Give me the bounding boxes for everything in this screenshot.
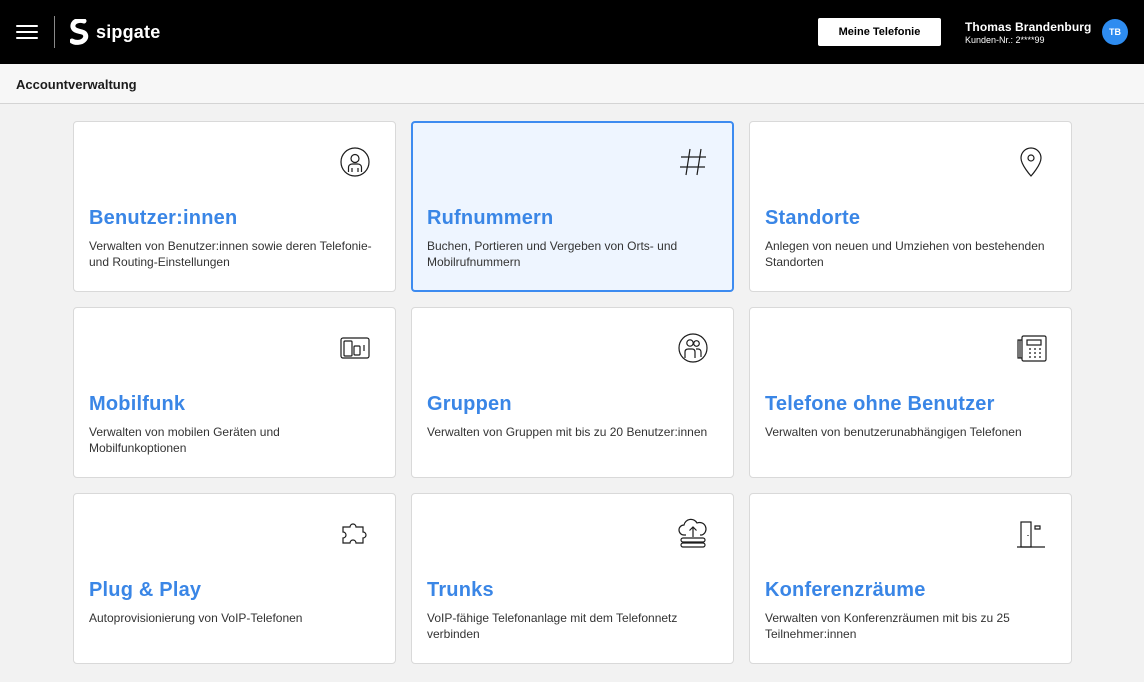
card-description: Autoprovisionierung von VoIP-Telefonen <box>89 611 303 625</box>
card-title: Gruppen <box>427 393 512 415</box>
card-title: Standorte <box>765 207 861 229</box>
user-info[interactable]: Thomas Brandenburg Kunden-Nr.: 2****99 <box>965 20 1091 46</box>
brand-name: sipgate <box>96 21 161 42</box>
card-conference-rooms[interactable]: Konferenzräume Verwalten von Konferenzrä… <box>749 493 1072 664</box>
avatar[interactable]: TB <box>1102 19 1128 45</box>
my-telephony-button[interactable]: Meine Telefonie <box>818 18 941 46</box>
card-users[interactable]: Benutzer:innen Verwalten von Benutzer:in… <box>73 121 396 292</box>
card-trunks[interactable]: Trunks VoIP-fähige Telefonanlage mit dem… <box>411 493 734 664</box>
sipgate-logo[interactable]: sipgate <box>70 19 160 45</box>
card-title: Konferenzräume <box>765 579 926 601</box>
group-icon <box>678 333 708 363</box>
user-name: Thomas Brandenburg <box>965 20 1092 34</box>
card-phone-numbers[interactable]: Rufnummern Buchen, Portieren und Vergebe… <box>411 121 734 292</box>
card-title: Benutzer:innen <box>89 207 238 229</box>
card-title: Telefone ohne Benutzer <box>765 393 995 415</box>
card-description: Verwalten von benutzerunabhängigen Telef… <box>765 425 1022 439</box>
location-pin-icon <box>1020 147 1042 177</box>
card-locations[interactable]: Standorte Anlegen von neuen und Umziehen… <box>749 121 1072 292</box>
card-description: Verwalten von mobilen Geräten und Mobilf… <box>89 425 280 455</box>
card-plug-and-play[interactable]: Plug & Play Autoprovisionierung von VoIP… <box>73 493 396 664</box>
card-description: Anlegen von neuen und Umziehen von beste… <box>765 239 1045 269</box>
header-divider <box>54 16 55 48</box>
menu-icon[interactable] <box>16 23 38 41</box>
card-title: Mobilfunk <box>89 393 186 415</box>
card-description: Verwalten von Benutzer:innen sowie deren… <box>89 239 372 269</box>
page-header: Accountverwaltung <box>0 64 1144 104</box>
sipgate-logo-icon <box>70 19 89 45</box>
customer-number: Kunden-Nr.: 2****99 <box>965 35 1045 45</box>
card-title: Rufnummern <box>427 207 554 229</box>
card-description: VoIP-fähige Telefonanlage mit dem Telefo… <box>427 611 678 641</box>
card-title: Trunks <box>427 579 494 601</box>
card-description: Verwalten von Gruppen mit bis zu 20 Benu… <box>427 425 708 439</box>
desk-phone-icon <box>1017 335 1047 362</box>
door-icon <box>1017 521 1045 548</box>
card-description: Buchen, Portieren und Vergeben von Orts-… <box>427 239 678 269</box>
card-phones-without-users[interactable]: Telefone ohne Benutzer Verwalten von ben… <box>749 307 1072 478</box>
card-groups[interactable]: Gruppen Verwalten von Gruppen mit bis zu… <box>411 307 734 478</box>
user-icon <box>340 147 370 177</box>
mobile-devices-icon <box>340 337 370 359</box>
page-title: Accountverwaltung <box>16 77 137 92</box>
account-management-grid: Benutzer:innen Verwalten von Benutzer:in… <box>73 121 1072 664</box>
card-mobile[interactable]: Mobilfunk Verwalten von mobilen Geräten … <box>73 307 396 478</box>
puzzle-icon <box>342 523 367 544</box>
top-navigation-bar: sipgate Meine Telefonie Thomas Brandenbu… <box>0 0 1144 64</box>
hash-icon <box>680 148 706 176</box>
cloud-upload-server-icon <box>678 518 707 548</box>
card-title: Plug & Play <box>89 579 202 601</box>
card-description: Verwalten von Konferenzräumen mit bis zu… <box>765 611 1010 641</box>
